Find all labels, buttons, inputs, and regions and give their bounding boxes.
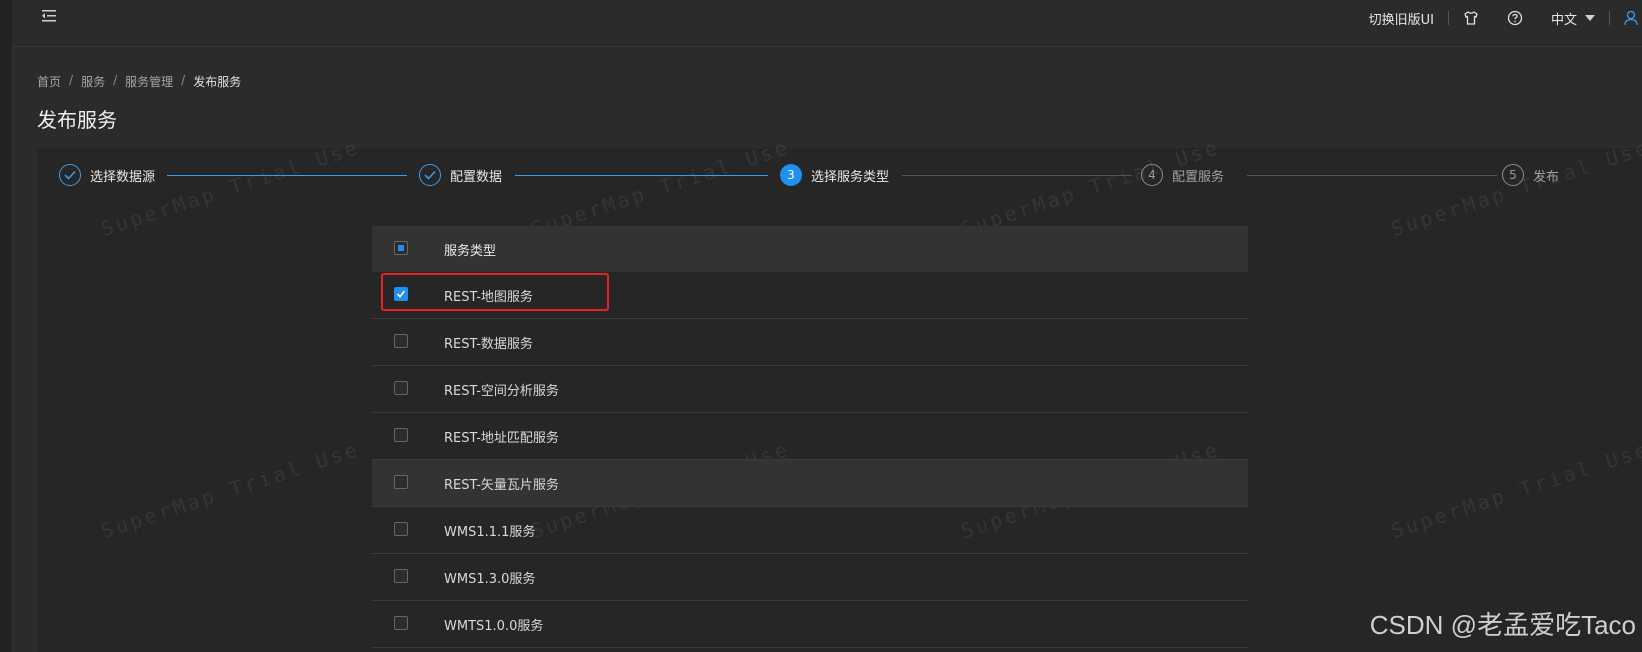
- breadcrumb-home[interactable]: 首页: [37, 73, 61, 90]
- skin-icon[interactable]: [1449, 10, 1493, 26]
- row-checkbox[interactable]: [394, 569, 408, 583]
- language-label: 中文: [1550, 12, 1577, 28]
- row-label: REST-空间分析服务: [444, 384, 559, 399]
- table-row[interactable]: REST-地图服务: [372, 272, 1248, 319]
- breadcrumb-publish-service: 发布服务: [193, 75, 242, 89]
- language-select[interactable]: 中文: [1537, 9, 1609, 28]
- caret-down-icon: [1585, 15, 1595, 21]
- step-number: 5: [1502, 164, 1524, 186]
- row-label: WMS1.1.1服务: [444, 525, 536, 540]
- step-label: 配置数据: [450, 169, 503, 185]
- row-label: REST-矢量瓦片服务: [444, 478, 559, 493]
- step-number: 3: [780, 164, 802, 186]
- step-select-data-source: 选择数据源: [59, 164, 155, 186]
- row-checkbox[interactable]: [394, 616, 408, 630]
- breadcrumb-services[interactable]: 服务: [81, 73, 105, 90]
- table-row[interactable]: WMS1.3.0服务: [372, 554, 1248, 601]
- row-checkbox[interactable]: [394, 522, 408, 536]
- row-label: WMS1.3.0服务: [444, 572, 536, 587]
- row-checkbox[interactable]: [394, 287, 408, 301]
- publish-panel: SuperMap Trial Use SuperMap Trial Use Su…: [37, 135, 1642, 652]
- page-title: 发布服务: [37, 108, 117, 132]
- step-configure-service: 4 配置服务: [1141, 164, 1224, 186]
- row-checkbox[interactable]: [394, 428, 408, 442]
- breadcrumb: 首页 / 服务 / 服务管理 / 发布服务: [37, 73, 242, 90]
- step-label: 选择服务类型: [811, 169, 890, 185]
- step-connector: [167, 175, 407, 176]
- menu-fold-icon[interactable]: [42, 9, 62, 29]
- row-checkbox[interactable]: [394, 381, 408, 395]
- table-row[interactable]: REST-空间分析服务: [372, 366, 1248, 413]
- user-icon[interactable]: [1610, 10, 1642, 26]
- column-header-service-type: 服务类型: [444, 244, 497, 259]
- row-checkbox[interactable]: [394, 334, 408, 348]
- watermark: SuperMap Trial Use: [97, 436, 363, 544]
- step-connector: [515, 175, 768, 176]
- row-label: REST-地图服务: [444, 290, 533, 305]
- check-icon: [419, 164, 441, 186]
- row-label: WMTS1.0.0服务: [444, 619, 544, 634]
- switch-old-ui-link[interactable]: 切换旧版UI: [1355, 9, 1448, 28]
- select-all-checkbox[interactable]: [394, 241, 408, 255]
- top-bar: 切换旧版UI 中文: [12, 0, 1642, 47]
- left-sidebar-edge: [0, 0, 13, 652]
- check-icon: [59, 164, 81, 186]
- table-row[interactable]: WMTS1.0.0服务: [372, 601, 1248, 648]
- step-configure-data: 配置数据: [419, 164, 502, 186]
- step-connector: [902, 175, 1132, 176]
- step-select-service-type: 3 选择服务类型: [780, 164, 889, 186]
- step-publish: 5 发布: [1502, 164, 1559, 186]
- table-row[interactable]: REST-矢量瓦片服务: [372, 460, 1248, 507]
- watermark: SuperMap Trial Use: [1387, 436, 1642, 544]
- step-label: 选择数据源: [90, 169, 156, 185]
- table-header: 服务类型: [372, 226, 1248, 272]
- table-row[interactable]: REST-数据服务: [372, 319, 1248, 366]
- check-icon: [396, 290, 406, 298]
- table-row[interactable]: REST-地址匹配服务: [372, 413, 1248, 460]
- step-label: 发布: [1533, 169, 1560, 185]
- steps-bar: 选择数据源 配置数据 3 选择服务类型 4 配置服务 5 发布: [37, 148, 1642, 198]
- step-number: 4: [1141, 164, 1163, 186]
- table-row[interactable]: WMS1.1.1服务: [372, 507, 1248, 554]
- row-label: REST-地址匹配服务: [444, 431, 559, 446]
- service-type-table: 服务类型 REST-地图服务 REST-数据服务 REST-空间分析服务 RES…: [372, 226, 1248, 648]
- breadcrumb-service-management[interactable]: 服务管理: [125, 73, 173, 90]
- step-label: 配置服务: [1172, 169, 1225, 185]
- help-icon[interactable]: [1493, 10, 1537, 26]
- csdn-watermark: CSDN @老孟爱吃Taco: [1369, 610, 1636, 640]
- step-connector: [1247, 175, 1497, 176]
- row-label: REST-数据服务: [444, 337, 533, 352]
- row-checkbox[interactable]: [394, 475, 408, 489]
